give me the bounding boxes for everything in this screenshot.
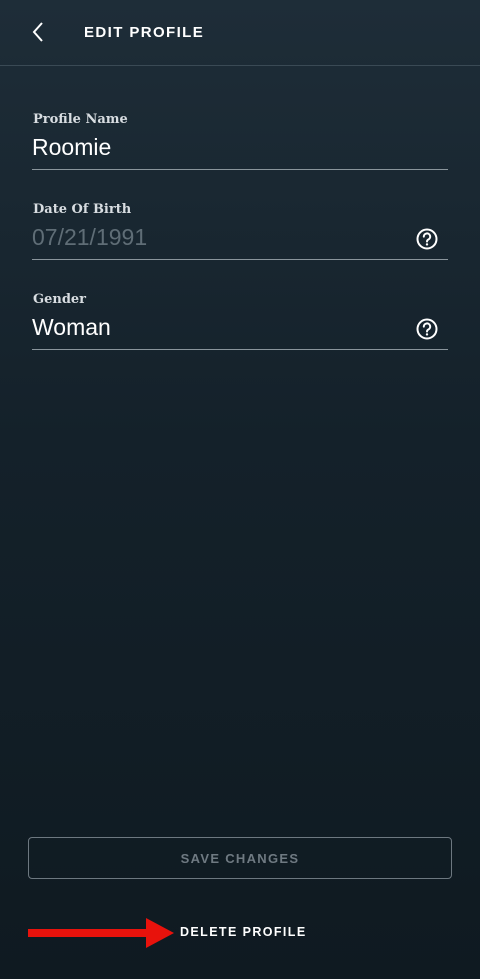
profile-name-field[interactable]: Profile Name Roomie <box>32 112 448 172</box>
save-changes-button[interactable]: SAVE CHANGES <box>28 837 452 879</box>
gender-field[interactable]: Gender Woman <box>32 292 448 352</box>
date-of-birth-help-button[interactable] <box>416 228 438 250</box>
page-title: EDIT PROFILE <box>84 24 205 41</box>
app-header: EDIT PROFILE <box>0 0 480 66</box>
back-button[interactable] <box>22 16 54 48</box>
field-underline <box>32 169 448 170</box>
field-underline <box>32 349 448 350</box>
delete-profile-button[interactable]: DELETE PROFILE <box>180 925 307 939</box>
date-of-birth-value: 07/21/1991 <box>32 224 148 250</box>
question-circle-icon <box>416 228 438 250</box>
red-arrow-annotation <box>28 918 174 948</box>
date-of-birth-label: Date Of Birth <box>33 202 132 217</box>
profile-name-input[interactable]: Roomie <box>32 134 402 161</box>
field-underline <box>32 259 448 260</box>
question-circle-icon <box>416 318 438 340</box>
gender-help-button[interactable] <box>416 318 438 340</box>
date-of-birth-field: Date Of Birth 07/21/1991 <box>32 202 448 262</box>
gender-input[interactable]: Woman <box>32 314 402 341</box>
profile-name-label: Profile Name <box>33 112 128 127</box>
gender-label: Gender <box>33 292 87 307</box>
chevron-left-icon <box>32 22 43 42</box>
